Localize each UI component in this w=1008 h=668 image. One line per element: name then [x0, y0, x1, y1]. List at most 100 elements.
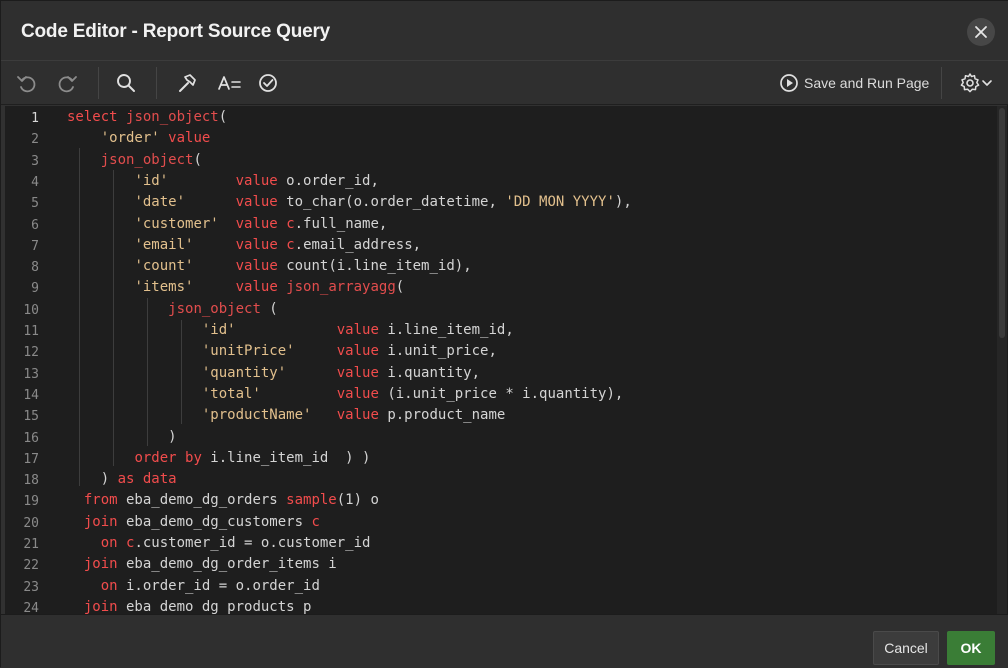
ok-button[interactable]: OK — [947, 631, 995, 665]
redo-button[interactable] — [54, 70, 80, 96]
code-token: eba_demo_dg_orders — [117, 492, 287, 509]
code-token: eba_demo_dg_customers — [117, 513, 312, 530]
code-token: on — [100, 535, 118, 551]
code-token: .full_name, — [294, 215, 388, 232]
line-number: 12 — [23, 345, 39, 361]
line-number: 1 — [31, 111, 39, 126]
code-token: value — [336, 407, 379, 424]
code-token: (i.unit_price * i.quantity), — [378, 385, 624, 402]
code-token: on — [100, 577, 118, 594]
code-token: sample — [286, 492, 337, 509]
code-editor-dialog: Code Editor - Report Source Query Save a… — [0, 0, 1008, 668]
code-line: 'date' value to_char(o.order_datetime, '… — [67, 194, 632, 211]
code-editor[interactable]: 1 2 3 4 5 6 7 8 9 10 11 12 13 14 15 16 17 18 19 20 21 22 23 24 … — [5, 106, 997, 614]
code-token: 'unitPrice' — [201, 343, 295, 360]
code-token: 'DD MON YYYY' — [505, 194, 615, 211]
editor-toolbar: Save and Run Page — [1, 61, 1008, 105]
code-token: value — [336, 322, 379, 338]
settings-menu-button[interactable] — [956, 70, 996, 96]
code-token: i.order_id = o.order_id — [117, 577, 320, 594]
redo-icon — [58, 76, 77, 93]
code-token: ) — [67, 471, 118, 488]
code-token: value — [235, 236, 278, 253]
code-line: on c.customer_id = o.customer_id — [67, 535, 371, 551]
code-token: join — [83, 513, 118, 530]
autocomplete-button[interactable] — [215, 70, 245, 96]
undo-button[interactable] — [14, 70, 40, 96]
code-token: json_object — [126, 109, 219, 125]
autocomplete-icon — [218, 76, 241, 90]
code-line: join eba_demo_dg_products p — [67, 598, 312, 614]
code-token: ( — [395, 279, 405, 296]
code-line: on i.order_id = o.order_id — [67, 578, 320, 594]
code-token: ( — [260, 300, 278, 317]
code-token: value — [336, 364, 379, 381]
code-token: .customer_id = o.customer_id — [134, 535, 371, 551]
code-token: i.quantity, — [378, 364, 481, 381]
code-token: join — [83, 556, 118, 573]
code-line: 'id' value o.order_id, — [67, 172, 378, 189]
hammer-button[interactable] — [174, 70, 200, 96]
code-token: ), — [614, 194, 632, 211]
code-line: 'quantity' value i.quantity, — [67, 365, 480, 381]
hammer-icon — [179, 74, 196, 92]
line-number: 24 — [23, 600, 39, 614]
code-token: 'customer' — [134, 215, 219, 232]
editor-scrollbar[interactable] — [997, 106, 1007, 614]
code-token: ) — [67, 428, 177, 445]
code-token: json_object — [100, 151, 194, 168]
code-line: json_object( — [67, 152, 202, 168]
code-token: p.product_name — [378, 407, 506, 424]
line-number: 16 — [23, 430, 39, 446]
line-number: 19 — [23, 494, 39, 510]
code-token: join — [83, 598, 118, 614]
dialog-titlebar: Code Editor - Report Source Query — [1, 1, 1008, 61]
code-token: value — [168, 130, 211, 147]
line-number: 4 — [31, 174, 39, 190]
line-number: 7 — [31, 238, 39, 254]
code-token: value — [235, 172, 278, 189]
settings-icon — [960, 73, 980, 93]
line-number: 22 — [23, 558, 39, 574]
line-number: 21 — [23, 537, 39, 552]
code-token: value — [235, 194, 278, 211]
code-token: c — [286, 215, 295, 232]
code-line: select json_object( — [67, 109, 227, 125]
code-token: select — [67, 109, 127, 125]
code-token: i.line_item_id ) ) — [201, 449, 371, 466]
code-token: 'items' — [134, 279, 194, 296]
code-token: as data — [117, 471, 177, 488]
line-number: 6 — [31, 217, 39, 233]
code-token: eba_demo_dg_products p — [117, 598, 312, 614]
dialog-footer: Cancel OK — [1, 614, 1008, 668]
search-button[interactable] — [113, 70, 139, 96]
search-icon — [117, 74, 135, 92]
scrollbar-thumb[interactable] — [999, 108, 1005, 338]
code-token: 'order' — [100, 130, 160, 147]
save-and-run-button[interactable]: Save and Run Page — [779, 70, 929, 96]
code-token: eba_demo_dg_order_items i — [117, 556, 337, 573]
code-token: 'date' — [134, 194, 186, 211]
code-line: 'count' value count(i.line_item_id), — [67, 258, 471, 274]
line-number: 17 — [23, 451, 39, 467]
line-number: 18 — [23, 473, 39, 489]
code-line: join eba_demo_dg_customers c — [67, 514, 320, 530]
cancel-button[interactable]: Cancel — [873, 631, 939, 665]
close-button[interactable] — [967, 18, 995, 46]
validate-button[interactable] — [255, 70, 281, 96]
code-token: 'productName' — [201, 407, 312, 424]
